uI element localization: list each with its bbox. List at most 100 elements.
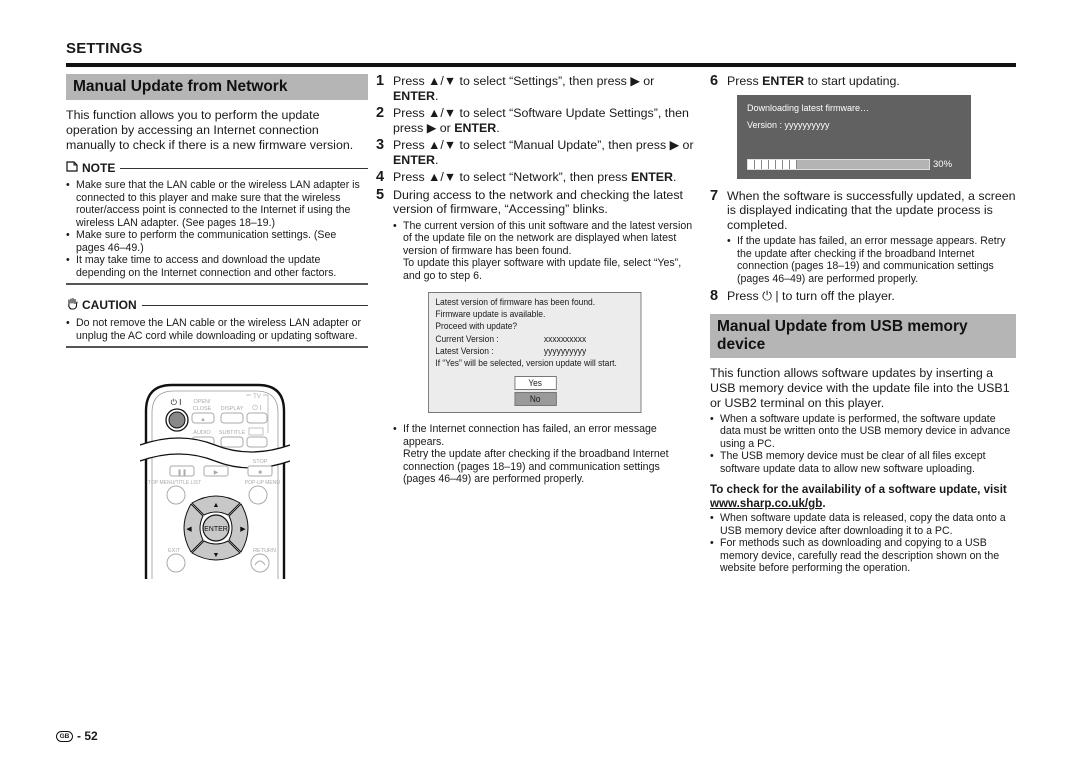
note-item: Make sure that the LAN cable or the wire…	[66, 179, 368, 229]
svg-text:▲: ▲	[200, 417, 206, 423]
svg-text:▶: ▶	[240, 526, 246, 533]
step-7-bullet: If the update has failed, an error messa…	[727, 235, 1016, 285]
note-item: Make sure to perform the communication s…	[66, 229, 368, 254]
step-6: 6 Press ENTER to start updating.	[710, 73, 900, 89]
step-8: 8 Press ⏻ | to turn off the player.	[710, 288, 895, 304]
caution-list: Do not remove the LAN cable or the wirel…	[66, 317, 368, 342]
current-version-value: xxxxxxxxxx	[543, 333, 587, 344]
section-label: SETTINGS	[66, 40, 143, 57]
right-column: 6 Press ENTER to start updating. Downloa…	[710, 74, 1016, 575]
svg-text:▼: ▼	[213, 552, 220, 559]
progress-segment	[790, 160, 797, 169]
network-intro: This function allows you to perform the …	[66, 108, 354, 152]
note-divider	[120, 167, 368, 169]
failure-bullet: If the Internet connection has failed, a…	[393, 423, 694, 448]
check-availability: To check for the availability of a softw…	[710, 483, 1007, 510]
region-badge-icon: GB	[56, 730, 73, 742]
progress-segment	[748, 160, 755, 169]
middle-column: 1 Press ▲/▼ to select “Settings”, then p…	[376, 74, 694, 486]
download-version: Version : yyyyyyyyyy	[747, 119, 830, 130]
note-list: Make sure that the LAN cable or the wire…	[66, 179, 368, 279]
progress-segment	[783, 160, 790, 169]
step-5-extra: To update this player software with upda…	[403, 257, 682, 282]
step-3: 3 Press ▲/▼ to select “Manual Update”, t…	[376, 137, 694, 167]
heading-network-update: Manual Update from Network	[66, 74, 368, 100]
progress-segment	[776, 160, 783, 169]
sharp-website-link[interactable]: www.sharp.co.uk/gb	[710, 497, 822, 510]
tv-power-button	[246, 412, 268, 424]
svg-text:OPEN/: OPEN/	[193, 399, 211, 405]
svg-text:CLOSE: CLOSE	[193, 406, 212, 412]
check-item: For methods such as downloading and copy…	[710, 537, 1016, 575]
remote-control-illustration: ⏻ I OPEN/ CLOSE DISPLAY TV ⏻ I ▲ AUDIO S…	[139, 383, 291, 579]
svg-text:AUDIO: AUDIO	[193, 430, 211, 436]
note-label: NOTE	[82, 161, 116, 175]
svg-text:TV: TV	[253, 394, 261, 400]
progress-label: 30%	[933, 158, 953, 170]
download-title: Downloading latest firmware…	[747, 102, 870, 113]
latest-version-row: Latest Version : yyyyyyyyyy	[435, 345, 587, 356]
usb-list: When a software update is performed, the…	[710, 413, 1016, 476]
svg-text:⏻ I: ⏻ I	[252, 404, 261, 412]
page-number: 52	[84, 729, 98, 743]
svg-text:■: ■	[258, 470, 262, 476]
svg-text:EXIT: EXIT	[168, 548, 181, 554]
heading-usb-update: Manual Update from USB memory device	[710, 313, 1016, 358]
power-icon: ⏻	[762, 289, 772, 303]
note-header: NOTE	[66, 161, 368, 175]
caution-item: Do not remove the LAN cable or the wirel…	[66, 317, 368, 342]
progress-segment	[762, 160, 769, 169]
top-rule	[66, 63, 1016, 67]
caution-end-rule	[66, 346, 368, 348]
latest-version-value: yyyyyyyyyy	[543, 345, 587, 356]
dialog-note: If “Yes” will be selected, version updat…	[435, 358, 617, 369]
step-2: 2 Press ▲/▼ to select “Software Update S…	[376, 105, 689, 135]
svg-text:RETURN: RETURN	[253, 548, 276, 554]
usb-item: The USB memory device must be clear of a…	[710, 450, 1016, 475]
svg-text:▲: ▲	[213, 502, 220, 509]
dialog-line: Firmware update is available.	[435, 309, 546, 320]
left-column: Manual Update from Network This function…	[66, 74, 368, 348]
caution-hand-icon	[66, 297, 80, 313]
no-button[interactable]: No	[514, 392, 557, 407]
progress-segment	[755, 160, 762, 169]
failure-details: If the Internet connection has failed, a…	[393, 423, 694, 486]
note-end-rule	[66, 283, 368, 285]
power-label: ⏻ I	[171, 398, 182, 407]
dialog-line: Latest version of firmware has been foun…	[435, 297, 596, 307]
svg-text:❚❚: ❚❚	[177, 469, 187, 476]
display-button	[220, 412, 244, 424]
progress-bar	[747, 159, 930, 170]
step-1: 1 Press ▲/▼ to select “Settings”, then p…	[376, 73, 655, 103]
firmware-found-dialog: Latest version of firmware has been foun…	[428, 292, 642, 414]
svg-text:STOP: STOP	[253, 459, 268, 465]
yes-button[interactable]: Yes	[514, 376, 557, 391]
caution-label: CAUTION	[82, 298, 137, 312]
progress-segment	[769, 160, 776, 169]
failure-extra: Retry the update after checking if the b…	[403, 448, 669, 486]
step-7: 7 When the software is successfully upda…	[710, 187, 1016, 232]
enter-label: ENTER	[204, 526, 228, 533]
current-version-row: Current Version : xxxxxxxxxx	[435, 333, 587, 344]
note-icon	[66, 161, 80, 175]
check-list: When software update data is released, c…	[710, 512, 1016, 575]
step-5-details: The current version of this unit softwar…	[393, 220, 694, 283]
caution-header: CAUTION	[66, 297, 368, 313]
page-number-sep: -	[77, 729, 85, 743]
svg-text:SUBTITLE: SUBTITLE	[219, 430, 246, 436]
svg-text:DISPLAY: DISPLAY	[221, 406, 244, 412]
svg-text:▶: ▶	[214, 470, 219, 476]
svg-text:POP-UP MENU: POP-UP MENU	[245, 480, 281, 486]
note-item: It may take time to access and download …	[66, 254, 368, 279]
step-4: 4 Press ▲/▼ to select “Network”, then pr…	[376, 169, 677, 185]
caution-divider	[141, 304, 368, 306]
usb-item: When a software update is performed, the…	[710, 413, 1016, 451]
download-progress-screen: Downloading latest firmware… Version : y…	[737, 94, 971, 179]
svg-text:◀: ◀	[186, 526, 192, 533]
dialog-line: Proceed with update?	[435, 321, 518, 332]
page-footer: GB - 52	[56, 729, 98, 743]
usb-intro: This function allows software updates by…	[710, 365, 1010, 410]
step-5: 5 During access to the network and check…	[376, 186, 683, 216]
progress-bar-wrap: 30%	[747, 159, 952, 171]
step-7-details: If the update has failed, an error messa…	[727, 235, 1016, 285]
